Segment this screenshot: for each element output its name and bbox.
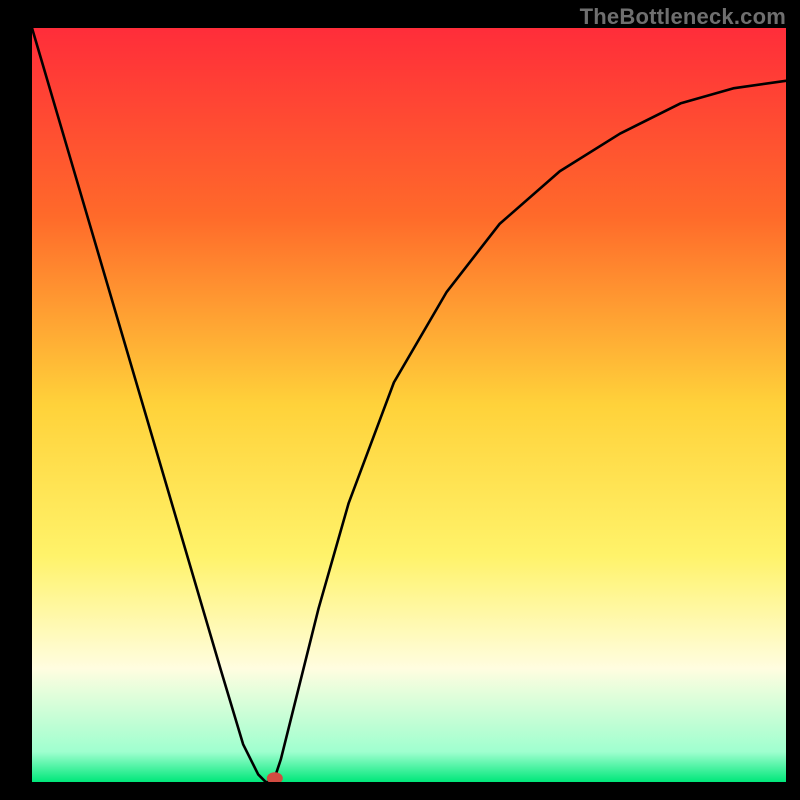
watermark-text: TheBottleneck.com — [580, 4, 786, 30]
gradient-background — [32, 28, 786, 782]
bottleneck-chart — [0, 0, 800, 800]
chart-frame: TheBottleneck.com — [0, 0, 800, 800]
optimal-point-marker — [267, 772, 283, 784]
